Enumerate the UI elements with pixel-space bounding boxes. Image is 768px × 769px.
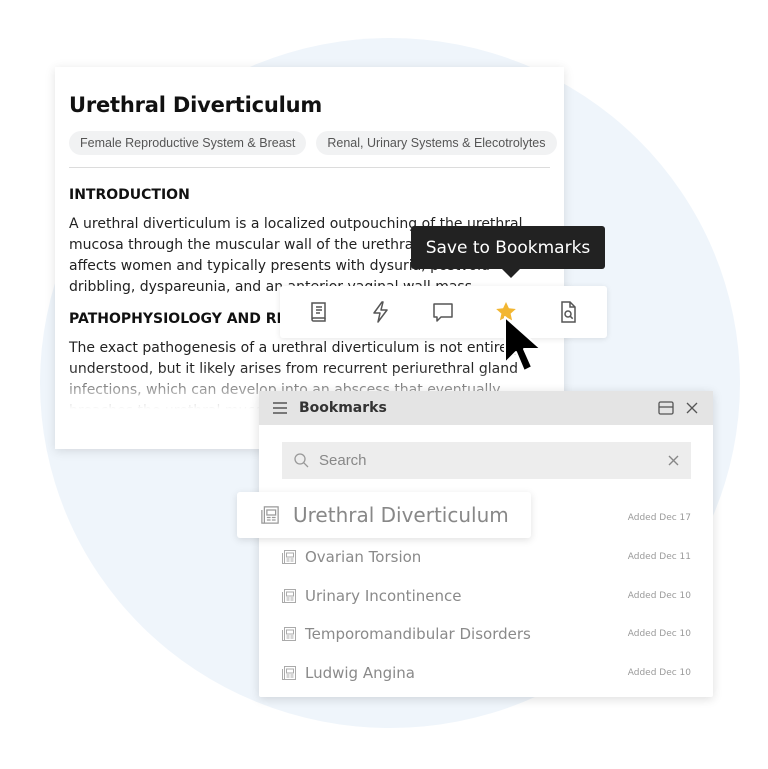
- divider: [69, 167, 550, 168]
- lightning-icon: [373, 301, 389, 323]
- menu-button[interactable]: [271, 399, 289, 417]
- bookmark-item[interactable]: Ludwig Angina Added Dec 10: [281, 654, 691, 693]
- article-icon: [282, 550, 296, 565]
- article-icon: [261, 506, 279, 524]
- dragged-bookmark-item[interactable]: Urethral Diverticulum: [237, 492, 531, 538]
- section-heading: INTRODUCTION: [69, 187, 190, 203]
- bookmark-date: Added Dec 17: [627, 513, 691, 524]
- tag-list: Female Reproductive System & Breast Rena…: [69, 131, 557, 155]
- bookmark-date: Added Dec 10: [627, 629, 691, 640]
- bookmark-title: Ovarian Torsion: [305, 548, 422, 567]
- bookmarks-panel: Bookmarks Urethral Diverticulum Added De…: [259, 391, 713, 697]
- panel-title: Bookmarks: [299, 400, 387, 416]
- close-icon: [686, 402, 698, 414]
- bookmark-date: Added Dec 10: [627, 590, 691, 601]
- article-title: Urethral Diverticulum: [69, 93, 323, 117]
- tag[interactable]: Female Reproductive System & Breast: [69, 131, 307, 155]
- window-icon: [658, 401, 674, 415]
- document-search-icon: [561, 301, 576, 323]
- article-toolbar: [280, 286, 607, 338]
- comment-button[interactable]: [427, 296, 459, 328]
- article-icon: [282, 588, 296, 603]
- notebook-button[interactable]: [303, 296, 335, 328]
- bookmark-title: Temporomandibular Disorders: [305, 625, 531, 644]
- article-icon: [282, 666, 296, 681]
- dock-button[interactable]: [657, 399, 675, 417]
- bookmark-item[interactable]: Ovarian Torsion Added Dec 11: [281, 538, 691, 577]
- search-document-button[interactable]: [552, 296, 584, 328]
- hamburger-icon: [273, 402, 287, 414]
- bookmark-date: Added Dec 10: [627, 668, 691, 679]
- search-field: [282, 442, 691, 479]
- clear-search-icon[interactable]: [668, 455, 679, 466]
- bookmark-date: Added Dec 11: [627, 552, 691, 563]
- dragged-bookmark-title: Urethral Diverticulum: [293, 503, 509, 527]
- comment-icon: [433, 303, 454, 322]
- search-icon: [294, 453, 309, 468]
- tooltip: Save to Bookmarks: [411, 226, 605, 278]
- article-icon: [282, 627, 296, 642]
- flashcards-button[interactable]: [365, 296, 397, 328]
- bookmark-title: Urinary Incontinence: [305, 586, 462, 605]
- close-button[interactable]: [683, 399, 701, 417]
- tag[interactable]: Renal, Urinary Systems & Elecotrolytes: [316, 131, 557, 155]
- panel-header: Bookmarks: [259, 391, 713, 425]
- book-icon: [311, 302, 326, 322]
- mouse-cursor-icon: [504, 316, 542, 372]
- bookmark-item[interactable]: Urinary Incontinence Added Dec 10: [281, 576, 691, 615]
- bookmark-item[interactable]: Temporomandibular Disorders Added Dec 10: [281, 615, 691, 654]
- search-input[interactable]: [317, 451, 668, 470]
- bookmark-title: Ludwig Angina: [305, 664, 416, 683]
